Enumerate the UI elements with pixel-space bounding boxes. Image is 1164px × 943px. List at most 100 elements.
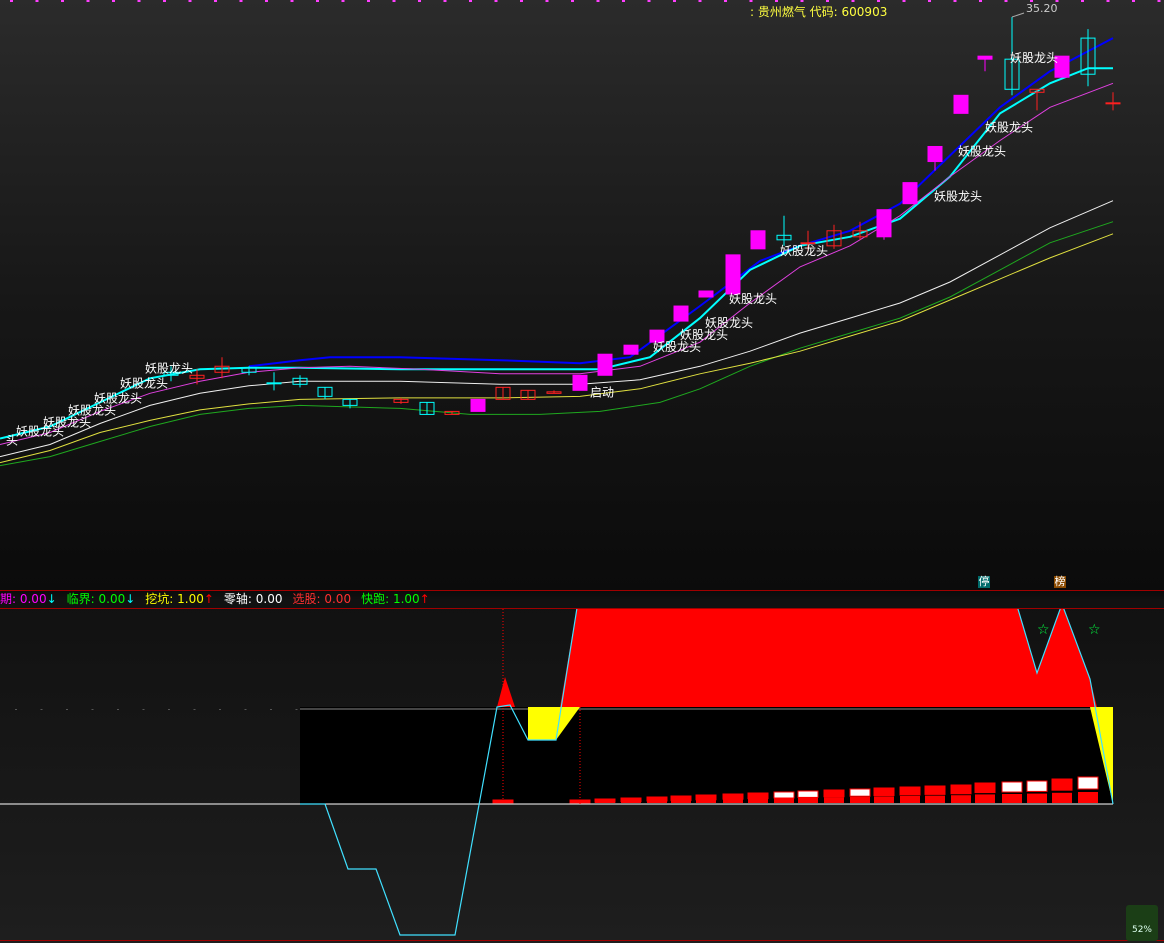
annotation-label: 妖股龙头 — [985, 120, 1033, 134]
strength-bar-upper — [1051, 778, 1073, 791]
tick-mark — [61, 0, 64, 2]
indicator-value: 1.00 — [177, 592, 204, 606]
chart-window: : 贵州燃气 代码: 600903 35.20 妖股龙头 妖股龙头 妖股龙头 妖股龙头妖… — [0, 0, 1164, 943]
rank-badge[interactable]: 榜 — [1054, 576, 1066, 588]
indicator-arrow: ↑ — [419, 592, 430, 606]
strength-bar-lower — [874, 796, 894, 803]
tick-mark — [622, 0, 625, 2]
stop-badge[interactable]: 停 — [978, 576, 990, 588]
baseline-dot — [193, 709, 196, 710]
candle-body — [1105, 102, 1121, 105]
candle — [902, 182, 918, 205]
indicator-bar: 期: 0.00↓ 临界: 0.00↓ 挖坑: 1.00↑ 零轴: 0.00 选股: 0.… — [0, 591, 440, 609]
strength-bar-lower — [748, 798, 768, 803]
tick-mark — [698, 0, 702, 2]
baseline-dot — [142, 709, 145, 710]
indicator-label: 期: — [0, 592, 20, 606]
candle — [241, 366, 257, 376]
indicator-item: 零轴: 0.00 — [224, 592, 283, 606]
candle-body — [953, 94, 969, 114]
indicator-item: 期: 0.00↓ — [0, 592, 57, 606]
tick-mark — [290, 0, 294, 2]
candle-body — [572, 374, 588, 391]
strength-bar-lower — [671, 799, 691, 803]
tick-mark — [392, 0, 396, 2]
strength-bar-upper — [1077, 776, 1099, 790]
annotation-label: 妖股龙头 — [729, 292, 777, 306]
tick-mark — [647, 0, 651, 2]
candle — [876, 209, 892, 240]
tick-mark — [902, 0, 906, 2]
candle-body — [698, 290, 714, 298]
indicator-label: 挖坑: — [145, 592, 178, 606]
annotation-label: 妖股龙头 — [16, 424, 64, 438]
candle — [852, 221, 868, 240]
tick-mark — [928, 0, 931, 2]
indicator-item: 临界: 0.00↓ — [67, 592, 136, 606]
strength-bar-lower — [824, 797, 844, 803]
baseline-dot — [219, 709, 221, 710]
strength-bar-lower — [621, 800, 641, 803]
tick-mark — [1132, 0, 1135, 2]
tick-mark — [775, 0, 778, 2]
strength-bar-upper — [823, 789, 845, 798]
indicator-item: 快跑: 1.00↑ — [361, 592, 430, 606]
baseline-dot — [244, 709, 247, 710]
indicator-item: 挖坑: 1.00↑ — [145, 592, 214, 606]
annotation-label: 妖股龙头 — [1010, 51, 1058, 65]
strength-bar-upper — [849, 788, 871, 797]
indicator-item: 选股: 0.00 — [293, 592, 352, 606]
tick-mark — [35, 0, 39, 2]
strength-bar-lower — [1027, 793, 1047, 803]
strength-bar-upper — [773, 791, 795, 799]
strength-bar-lower — [925, 795, 945, 803]
candle — [977, 55, 993, 72]
tick-mark — [265, 0, 268, 2]
panel-divider-footer — [0, 940, 1164, 941]
tick-mark — [10, 0, 13, 2]
indicator-chart[interactable]: ☆ ☆ — [0, 609, 1164, 942]
tick-mark — [86, 0, 90, 2]
strength-bar-lower — [774, 798, 794, 803]
indicator-value: 0.00 — [255, 592, 283, 606]
indicator-arrow: ↓ — [125, 592, 136, 606]
battery-percent: 52% — [1131, 925, 1152, 935]
strength-bar-lower — [647, 800, 667, 803]
annotation-label: 妖股龙头 — [680, 328, 728, 342]
tick-mark — [851, 0, 855, 2]
strength-bar-lower — [951, 795, 971, 803]
tick-mark — [1081, 0, 1084, 2]
baseline-dot — [168, 709, 170, 710]
tick-mark — [418, 0, 421, 2]
candle — [419, 401, 435, 415]
candle-body — [876, 209, 892, 238]
tick-mark — [443, 0, 447, 2]
indicator-label: 快跑: — [361, 592, 393, 606]
candle — [597, 353, 613, 376]
annotation-label: 妖股龙头 — [653, 340, 701, 354]
tick-mark — [469, 0, 472, 2]
tick-mark — [239, 0, 243, 2]
baseline-dot — [66, 709, 68, 710]
candle-body — [750, 230, 766, 250]
strength-bar-upper — [974, 782, 996, 794]
price-chart[interactable]: 35.20妖股龙头妖股龙头妖股龙头妖股龙头妖股龙头妖股龙头头妖股龙头妖股龙头妖股… — [0, 0, 1164, 590]
tick-mark — [1106, 0, 1110, 2]
candle — [572, 374, 588, 391]
ma-line-white — [0, 200, 1114, 458]
baseline-dot — [295, 709, 298, 710]
tick-mark — [979, 0, 982, 2]
indicator-value: 1.00 — [392, 592, 420, 606]
candle — [927, 145, 943, 171]
baseline-dot — [117, 709, 119, 710]
tick-mark — [520, 0, 523, 2]
candle — [1029, 88, 1045, 111]
tick-mark — [596, 0, 600, 2]
candle-body — [623, 344, 639, 355]
tick-mark — [673, 0, 676, 2]
strength-bar-lower — [1052, 792, 1072, 803]
strength-bar-lower — [696, 799, 716, 803]
star-icon: ☆ — [1088, 622, 1101, 638]
tick-mark — [494, 0, 498, 2]
strength-bar-upper — [950, 784, 972, 795]
